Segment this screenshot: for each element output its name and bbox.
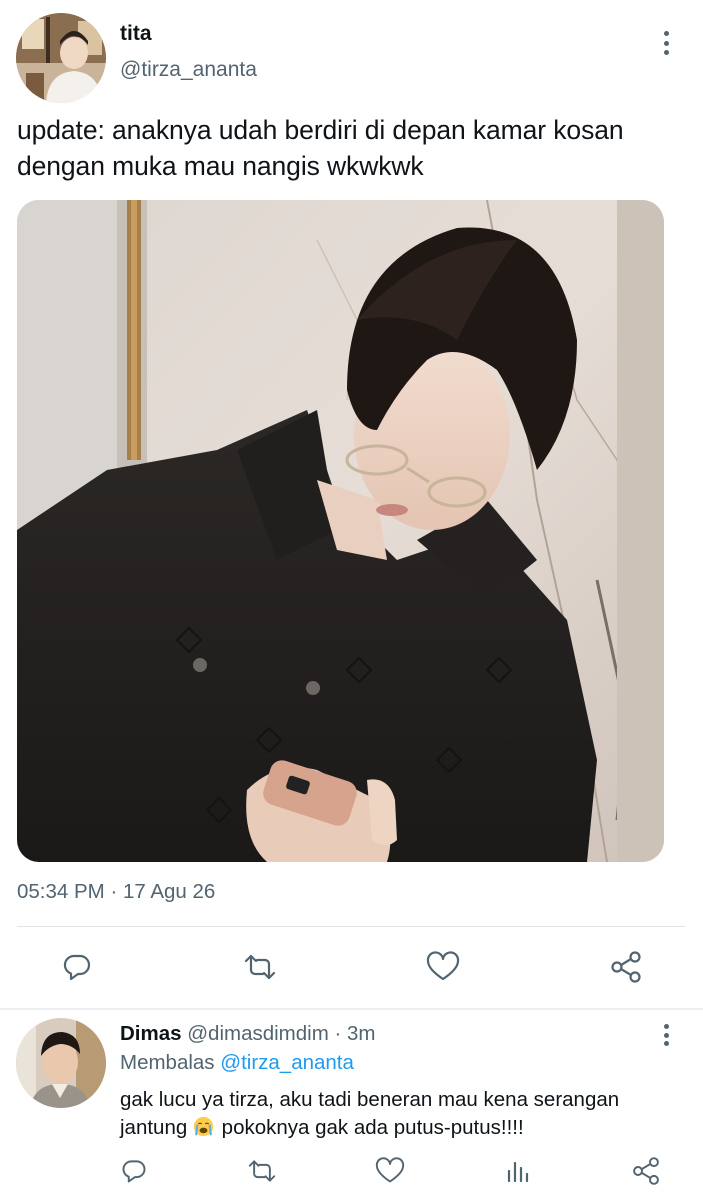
retweet-icon: [244, 954, 276, 980]
reply-button[interactable]: [55, 945, 99, 989]
display-name[interactable]: tita: [120, 22, 152, 46]
reply-retweet-button[interactable]: [240, 1149, 284, 1193]
divider: [17, 926, 685, 927]
like-button[interactable]: [421, 945, 465, 989]
stats-icon: [507, 1161, 529, 1183]
avatar[interactable]: [16, 13, 106, 103]
share-icon: [633, 1157, 659, 1185]
share-button[interactable]: [604, 945, 648, 989]
share-icon: [611, 951, 641, 983]
like-icon: [426, 951, 460, 981]
reply-user-handle[interactable]: @dimasdimdim: [187, 1022, 329, 1045]
reply-avatar[interactable]: [16, 1018, 106, 1108]
tweet-photo[interactable]: [17, 200, 664, 862]
replying-to: Membalas @tirza_ananta: [120, 1051, 354, 1075]
retweet-button[interactable]: [238, 945, 282, 989]
reply-reply-button[interactable]: [112, 1149, 156, 1193]
reply-share-button[interactable]: [624, 1149, 668, 1193]
reply-stats-button[interactable]: [496, 1149, 540, 1193]
replying-to-label: Membalas: [120, 1051, 215, 1074]
retweet-icon: [248, 1160, 276, 1182]
tweet-detail-page: tita @tirza_ananta update: anaknya udah …: [0, 0, 703, 1200]
reply-icon: [63, 954, 91, 981]
reply-icon: [122, 1160, 146, 1183]
reply-more-options-icon[interactable]: [656, 1022, 676, 1048]
crying-face-emoji-icon: [193, 1116, 214, 1137]
tweet-text: update: anaknya udah berdiri di depan ka…: [17, 115, 624, 181]
user-handle[interactable]: @tirza_ananta: [120, 58, 257, 82]
tweet-timestamp[interactable]: 05:34 PM · 17 Agu 26: [17, 880, 215, 904]
like-icon: [375, 1157, 405, 1183]
reply-time[interactable]: 3m: [347, 1022, 375, 1045]
reply-like-button[interactable]: [368, 1149, 412, 1193]
more-options-icon[interactable]: [656, 28, 676, 58]
reply-avatar-photo: [16, 1018, 106, 1108]
separator-dot: ·: [334, 1022, 342, 1045]
reply-text: gak lucu ya tirza, aku tadi beneran mau …: [120, 1086, 680, 1142]
reply-text-part-2: pokoknya gak ada putus-putus!!!!: [221, 1116, 524, 1139]
reply-display-name[interactable]: Dimas: [120, 1022, 182, 1045]
photo-image: [17, 200, 664, 862]
avatar-photo: [16, 13, 106, 103]
replying-to-handle-link[interactable]: @tirza_ananta: [220, 1051, 354, 1074]
reply-header: Dimas @dimasdimdim · 3m: [120, 1022, 376, 1046]
section-divider: [0, 1008, 703, 1010]
main-tweet: tita @tirza_ananta update: anaknya udah …: [0, 0, 703, 1008]
